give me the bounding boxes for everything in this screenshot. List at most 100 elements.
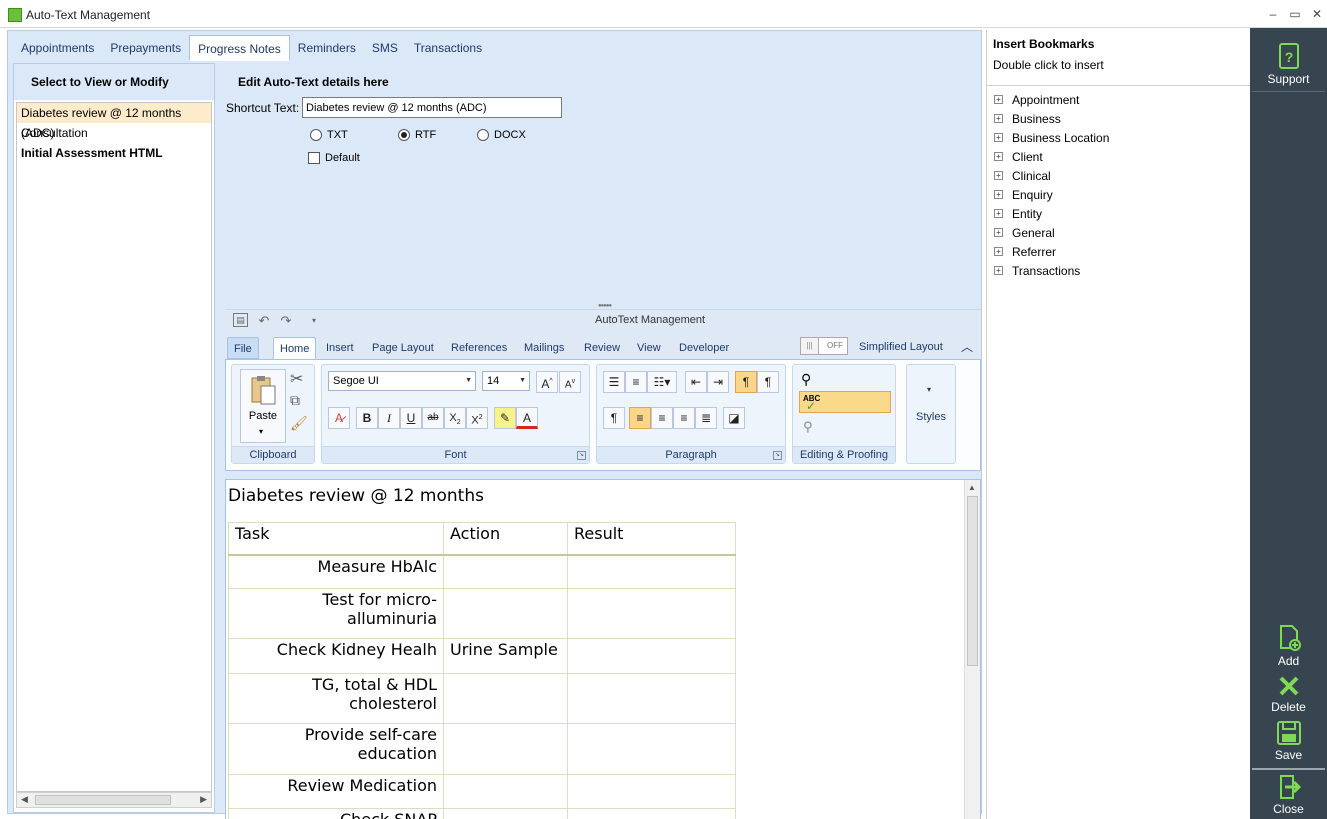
horizontal-scrollbar[interactable]: ◀ ▶ — [16, 792, 212, 808]
autotext-list[interactable]: Diabetes review @ 12 months (ADC) Consul… — [16, 102, 212, 792]
tree-node-label[interactable]: Appointment — [1012, 93, 1079, 107]
italic-icon[interactable]: I — [378, 407, 400, 429]
tree-node-label[interactable]: Enquiry — [1012, 188, 1053, 202]
tab-reminders[interactable]: Reminders — [290, 35, 364, 61]
paste-button[interactable]: Paste ▾ — [240, 369, 286, 443]
task-cell[interactable]: Check Kidney Healh — [228, 638, 444, 674]
minimize-button[interactable]: ‒ — [1264, 6, 1282, 22]
format-radio-rtf[interactable]: RTF — [398, 129, 436, 141]
paragraph-dialog-launcher-icon[interactable]: ↘ — [773, 451, 782, 460]
redo-icon[interactable]: ↷ — [277, 312, 295, 329]
simplified-layout-toggle[interactable]: ||| OFF — [800, 337, 848, 355]
copy-icon[interactable]: ⧉ — [290, 392, 300, 409]
task-cell[interactable]: Measure HbAlc — [228, 554, 444, 589]
task-cell[interactable]: Test for micro-alluminuria — [228, 588, 444, 639]
numbering-icon[interactable]: ≡ — [625, 371, 647, 393]
result-cell[interactable] — [567, 774, 736, 809]
zoom-icon[interactable]: ⚲ — [803, 419, 813, 435]
cut-icon[interactable]: ✂ — [290, 369, 303, 389]
scroll-thumb[interactable] — [35, 795, 171, 805]
expand-icon[interactable]: + — [994, 266, 1003, 275]
multilevel-list-icon[interactable]: ☷▾ — [647, 371, 677, 393]
task-cell[interactable]: TG, total & HDL cholesterol — [228, 673, 444, 724]
tree-node-general[interactable]: + General — [994, 223, 1109, 242]
bold-icon[interactable]: B — [356, 407, 378, 429]
tree-node-label[interactable]: Business — [1012, 112, 1061, 126]
expand-icon[interactable]: + — [994, 171, 1003, 180]
list-item[interactable]: Consultation — [17, 123, 211, 143]
action-cell[interactable]: Urine Sample — [443, 638, 568, 674]
expand-icon[interactable]: + — [994, 228, 1003, 237]
action-cell[interactable] — [443, 554, 568, 589]
list-item[interactable]: Diabetes review @ 12 months (ADC) — [17, 103, 211, 140]
tree-node-business-location[interactable]: + Business Location — [994, 128, 1109, 147]
styles-dropdown-icon[interactable]: ▾ — [927, 385, 931, 394]
font-name-combo[interactable]: Segoe UI ▼ — [328, 371, 476, 391]
action-cell[interactable] — [443, 774, 568, 809]
expand-icon[interactable]: + — [994, 114, 1003, 123]
tree-node-enquiry[interactable]: + Enquiry — [994, 185, 1109, 204]
scroll-up-icon[interactable]: ▲ — [968, 483, 976, 492]
expand-icon[interactable]: + — [994, 190, 1003, 199]
tree-node-label[interactable]: General — [1012, 226, 1055, 240]
spelling-button[interactable]: ABC ✓ — [799, 391, 891, 413]
grow-font-icon[interactable]: A^ — [536, 371, 558, 393]
tree-node-label[interactable]: Clinical — [1012, 169, 1051, 183]
tab-prepayments[interactable]: Prepayments — [102, 35, 189, 61]
underline-icon[interactable]: U — [400, 407, 422, 429]
ribbon-tab-insert[interactable]: Insert — [320, 337, 360, 359]
tree-node-label[interactable]: Transactions — [1012, 264, 1080, 278]
format-radio-docx[interactable]: DOCX — [477, 129, 526, 141]
subscript-icon[interactable]: X2 — [444, 407, 466, 429]
tree-node-label[interactable]: Referrer — [1012, 245, 1056, 259]
highlight-icon[interactable]: ✎ — [494, 407, 516, 429]
tree-node-label[interactable]: Entity — [1012, 207, 1042, 221]
paste-dropdown-icon[interactable]: ▾ — [259, 427, 263, 436]
vertical-scrollbar[interactable]: ▲ ▼ — [964, 480, 980, 819]
ribbon-tab-file[interactable]: File — [227, 337, 259, 359]
shading-icon[interactable]: ◪ — [723, 407, 745, 429]
action-cell[interactable] — [443, 588, 568, 639]
undo-icon[interactable]: ↶ — [255, 312, 273, 329]
chevron-down-icon[interactable]: ▼ — [519, 377, 526, 384]
clear-formatting-icon[interactable]: A̷ — [328, 407, 350, 429]
paragraph-mark-icon[interactable]: ¶ — [757, 371, 779, 393]
close-button[interactable]: Close — [1250, 774, 1327, 816]
result-cell[interactable] — [567, 588, 736, 639]
support-button[interactable]: ? Support — [1250, 42, 1327, 86]
close-window-button[interactable]: ✕ — [1308, 6, 1326, 22]
task-cell[interactable]: Provide self-care education — [228, 723, 444, 775]
action-cell[interactable] — [443, 723, 568, 775]
collapse-ribbon-icon[interactable]: ︿ — [961, 338, 973, 355]
tab-sms[interactable]: SMS — [364, 35, 406, 61]
checkbox-icon[interactable] — [308, 152, 320, 164]
document-editor[interactable]: Diabetes review @ 12 months Task Action … — [225, 479, 981, 819]
result-cell[interactable] — [567, 554, 736, 589]
tree-node-appointment[interactable]: + Appointment — [994, 90, 1109, 109]
bookmarks-tree[interactable]: + Appointment + Business + Business Locatio… — [994, 90, 1109, 280]
tab-appointments[interactable]: Appointments — [13, 35, 102, 61]
expand-icon[interactable]: + — [994, 95, 1003, 104]
font-dialog-launcher-icon[interactable]: ↘ — [577, 451, 586, 460]
task-table[interactable]: Task Action Result Measure HbAlc Test fo… — [228, 522, 736, 819]
font-size-combo[interactable]: 14 ▼ — [482, 371, 530, 391]
result-cell[interactable] — [567, 723, 736, 775]
find-icon[interactable]: ⚲ — [801, 371, 811, 388]
result-cell[interactable] — [567, 638, 736, 674]
styles-group[interactable]: ▾ Styles — [906, 364, 956, 464]
superscript-icon[interactable]: X2 — [466, 407, 488, 429]
radio-selected-icon[interactable] — [398, 129, 410, 141]
tree-node-client[interactable]: + Client — [994, 147, 1109, 166]
ribbon-tab-home[interactable]: Home — [273, 337, 317, 359]
align-center-icon[interactable]: ≡ — [651, 407, 673, 429]
tree-node-transactions[interactable]: + Transactions — [994, 261, 1109, 280]
expand-icon[interactable]: + — [994, 209, 1003, 218]
justify-icon[interactable]: ≣ — [695, 407, 717, 429]
ribbon-tab-review[interactable]: Review — [578, 337, 626, 359]
format-radio-txt[interactable]: TXT — [310, 129, 348, 141]
bullets-icon[interactable]: ☰ — [603, 371, 625, 393]
document-title[interactable]: Diabetes review @ 12 months — [228, 486, 484, 506]
shortcut-input[interactable] — [302, 97, 562, 118]
task-cell[interactable]: Check SNAP — [228, 808, 444, 819]
delete-button[interactable]: Delete — [1250, 674, 1327, 714]
